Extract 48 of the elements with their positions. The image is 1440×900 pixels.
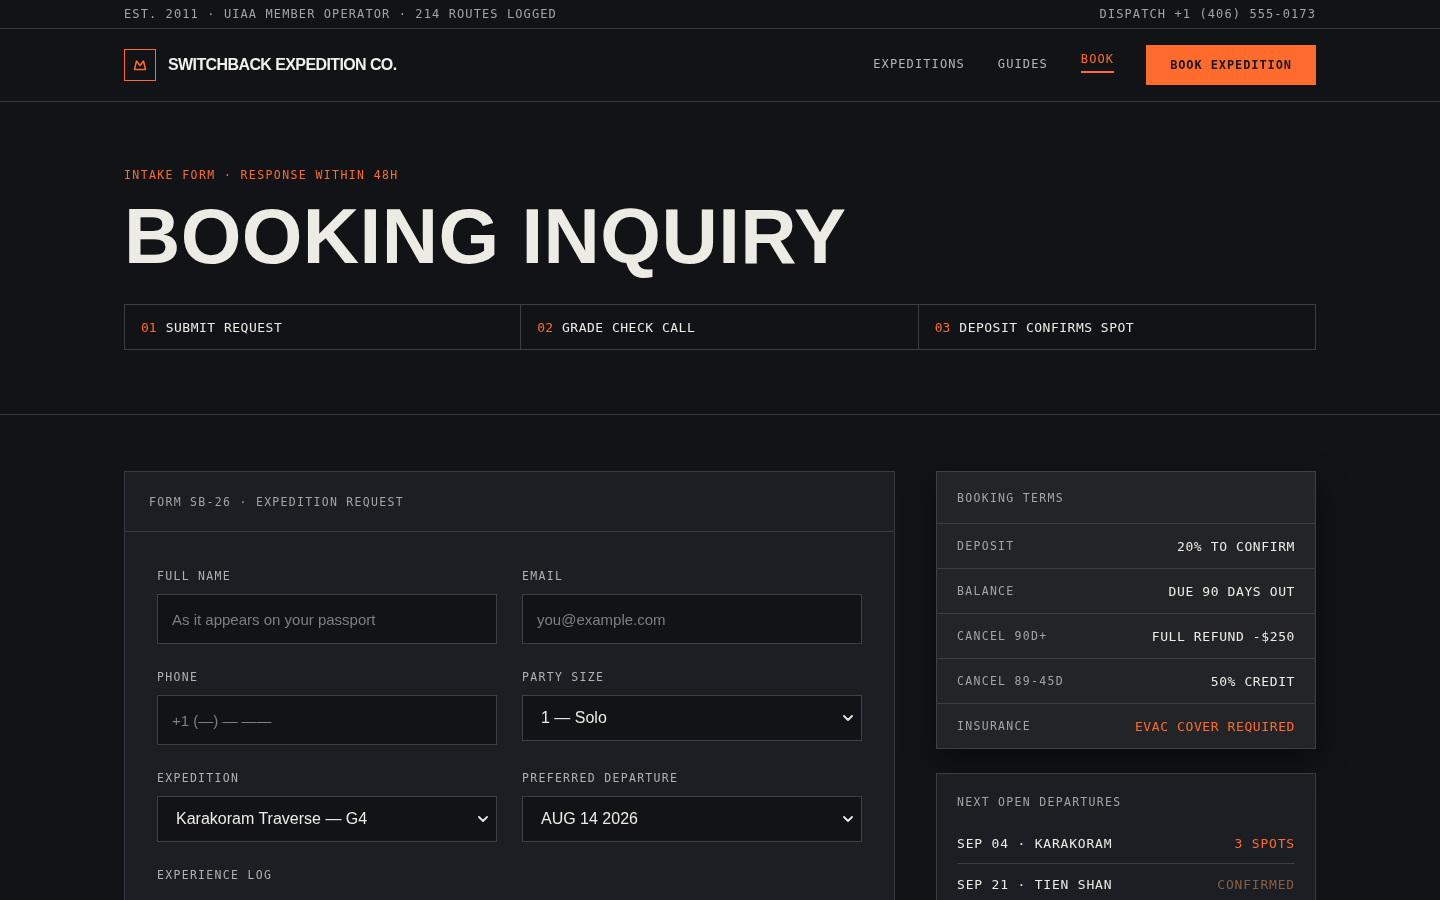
step-number: 01 bbox=[141, 319, 157, 335]
nav-link[interactable]: BOOK bbox=[1080, 51, 1115, 73]
text-field[interactable]: +1 (—) — —— bbox=[157, 695, 497, 745]
select-field[interactable]: 1 — Solo bbox=[522, 695, 862, 741]
nav-link[interactable]: EXPEDITIONS bbox=[873, 56, 965, 74]
eyebrow-text: INTAKE FORM · RESPONSE WITHIN 48H bbox=[124, 168, 400, 182]
departure-status: 3 SPOTS bbox=[1234, 835, 1295, 851]
dispatch-phone-text: DISPATCH +1 (406) 555-0173 bbox=[1099, 7, 1316, 21]
departure-name: SEP 04 · KARAKORAM bbox=[957, 835, 1113, 851]
chevron-down-icon bbox=[478, 816, 488, 822]
select-field[interactable]: AUG 14 2026 bbox=[522, 796, 862, 842]
step-label: GRADE CHECK CALL bbox=[562, 319, 696, 335]
term-value: 50% CREDIT bbox=[1210, 673, 1295, 689]
term-value: 20% TO CONFIRM bbox=[1177, 538, 1295, 554]
field-label: EXPEDITION bbox=[157, 771, 240, 785]
chevron-down-icon bbox=[843, 715, 853, 721]
card-title: BOOKING TERMS bbox=[957, 489, 1064, 506]
form-title: FORM SB-26 · EXPEDITION REQUEST bbox=[149, 493, 404, 510]
chevron-down-icon bbox=[843, 816, 853, 822]
term-value: DUE 90 DAYS OUT bbox=[1168, 583, 1295, 599]
operator-info-text: EST. 2011 · UIAA MEMBER OPERATOR · 214 ROUTES LOGGED bbox=[124, 7, 557, 21]
card-title: NEXT OPEN DEPARTURES bbox=[957, 794, 1123, 810]
field-label: PARTY SIZE bbox=[522, 670, 605, 684]
field-label: EXPERIENCE LOG bbox=[157, 868, 273, 882]
term-value: FULL REFUND -$250 bbox=[1151, 628, 1295, 644]
nav-link[interactable]: GUIDES bbox=[997, 56, 1048, 74]
term-value: EVAC COVER REQUIRED bbox=[1134, 718, 1295, 734]
select-field[interactable]: Karakoram Traverse — G4 bbox=[157, 796, 497, 842]
text-field[interactable]: you@example.com bbox=[522, 594, 862, 644]
term-label: CANCEL 90D+ bbox=[957, 628, 1048, 644]
book-expedition-button[interactable]: BOOK EXPEDITION bbox=[1146, 45, 1316, 85]
step-label: SUBMIT REQUEST bbox=[165, 319, 283, 335]
field-label: FULL NAME bbox=[157, 569, 231, 583]
term-label: CANCEL 89-45D bbox=[957, 673, 1064, 689]
mountain-logo-icon bbox=[124, 49, 156, 81]
text-field[interactable]: As it appears on your passport bbox=[157, 594, 497, 644]
term-label: INSURANCE bbox=[957, 718, 1031, 734]
step-label: DEPOSIT CONFIRMS SPOT bbox=[959, 319, 1135, 335]
field-label: EMAIL bbox=[522, 569, 564, 583]
departure-status: CONFIRMED bbox=[1217, 876, 1295, 892]
departure-name: SEP 21 · TIEN SHAN bbox=[957, 876, 1113, 892]
field-label: PREFERRED DEPARTURE bbox=[522, 771, 679, 785]
step-number: 02 bbox=[537, 319, 553, 335]
brand-name: SWITCHBACK EXPEDITION CO. bbox=[168, 56, 397, 74]
field-label: PHONE bbox=[157, 670, 199, 684]
step-number: 03 bbox=[934, 319, 951, 335]
term-label: DEPOSIT bbox=[957, 538, 1015, 554]
term-label: BALANCE bbox=[957, 583, 1015, 599]
